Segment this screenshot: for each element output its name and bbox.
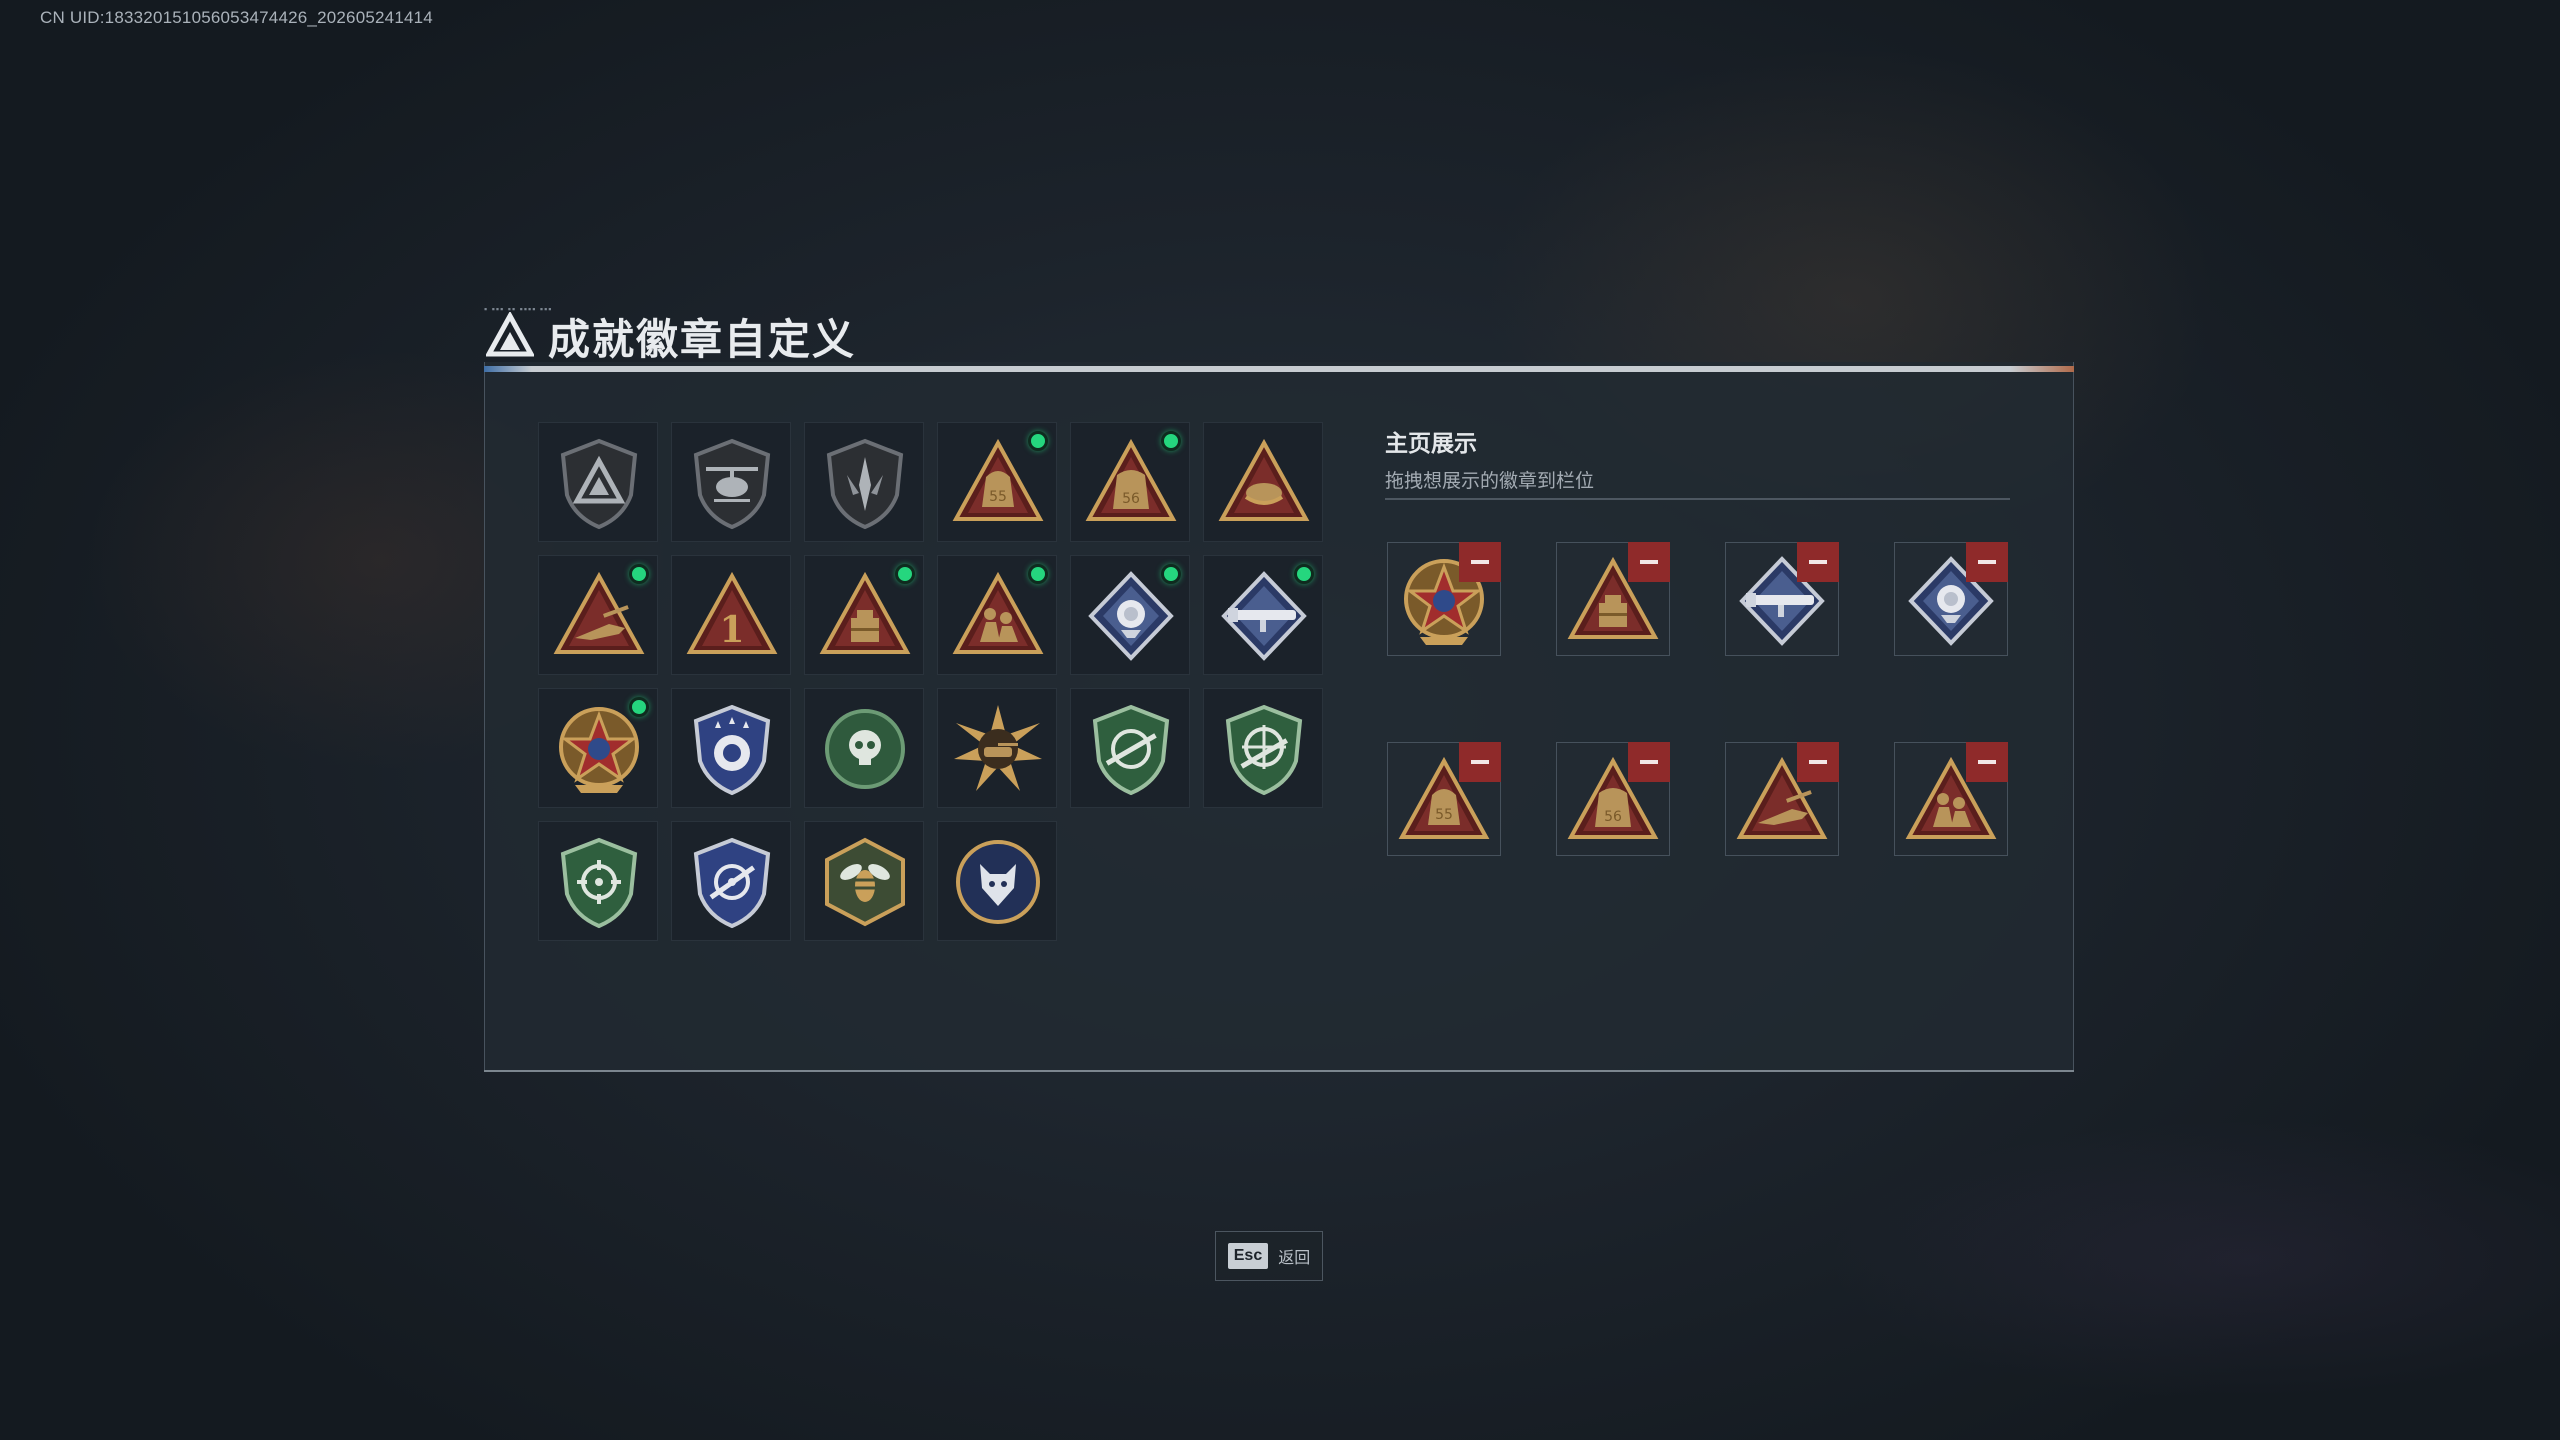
badge-cell[interactable]: 55 (937, 422, 1057, 542)
back-button[interactable]: Esc 返回 (1215, 1231, 1323, 1281)
remove-badge-button[interactable] (1459, 742, 1501, 782)
remove-badge-button[interactable] (1966, 742, 2008, 782)
badge-cell[interactable] (671, 422, 791, 542)
showcase-subtitle: 拖拽想展示的徽章到栏位 (1385, 470, 1595, 492)
showcase-slot[interactable] (1725, 742, 1839, 856)
page-title: 成就徽章自定义 (548, 314, 857, 364)
badge-cell[interactable] (804, 422, 924, 542)
badge-cell[interactable] (538, 555, 658, 675)
wolf-circle-badge-icon (956, 840, 1040, 924)
badge-cell[interactable] (538, 422, 658, 542)
showcase-slot[interactable] (1894, 742, 2008, 856)
new-indicator-dot (1161, 431, 1181, 451)
number-1-triangle-badge-icon: 1 (686, 571, 778, 654)
badge-cell[interactable]: 1 (671, 555, 791, 675)
delta-logo-icon (486, 312, 534, 357)
helicopter-shield-badge-icon (693, 438, 771, 530)
showcase-divider (1385, 498, 2010, 500)
badge-cell[interactable]: 56 (1070, 422, 1190, 542)
sunburst-tank-badge-icon (954, 705, 1042, 791)
page-header: 成就徽章自定义 (486, 308, 856, 364)
badge-cell[interactable] (1070, 688, 1190, 808)
badge-cell[interactable] (937, 688, 1057, 808)
showcase-slot[interactable] (1725, 542, 1839, 656)
showcase-slot[interactable] (1556, 542, 1670, 656)
new-indicator-dot (1161, 564, 1181, 584)
badge-cell[interactable] (1203, 688, 1323, 808)
svg-text:1: 1 (719, 609, 744, 651)
svg-text:56: 56 (1122, 491, 1140, 507)
badge-cell[interactable] (937, 821, 1057, 941)
svg-text:55: 55 (1435, 807, 1453, 823)
back-label: 返回 (1278, 1248, 1311, 1267)
panel-top-accent (484, 366, 2074, 372)
badge-cell[interactable] (671, 688, 791, 808)
showcase-slot[interactable] (1894, 542, 2008, 656)
badge-cell[interactable] (671, 821, 791, 941)
crosshair-blue-shield-badge-icon (693, 837, 771, 929)
badge-cell[interactable] (1070, 555, 1190, 675)
remove-badge-button[interactable] (1797, 742, 1839, 782)
showcase-slot[interactable] (1387, 542, 1501, 656)
new-indicator-dot (895, 564, 915, 584)
skull-wreath-badge-icon (825, 709, 905, 789)
sniper-green-shield-badge-icon (1225, 704, 1303, 796)
new-indicator-dot (1028, 564, 1048, 584)
hand-triangle-badge-icon (1218, 438, 1310, 521)
showcase-slot[interactable]: 55 (1387, 742, 1501, 856)
badge-cell[interactable] (804, 688, 924, 808)
crosshair-green-shield-badge-icon (560, 837, 638, 929)
uid-label: CN UID:18332015105605347442​6_2026052414… (40, 8, 433, 27)
panel-bottom-line (484, 1070, 2074, 1072)
remove-badge-button[interactable] (1459, 542, 1501, 582)
badge-cell[interactable] (804, 821, 924, 941)
badge-cell[interactable] (538, 688, 658, 808)
remove-badge-button[interactable] (1966, 542, 2008, 582)
triangle-shield-badge-icon (560, 438, 638, 530)
badge-cell[interactable] (1203, 555, 1323, 675)
new-indicator-dot (1028, 431, 1048, 451)
esc-key: Esc (1227, 1243, 1269, 1269)
badge-cell[interactable] (1203, 422, 1323, 542)
bee-hexagon-badge-icon (825, 837, 905, 927)
badge-cell[interactable] (538, 821, 658, 941)
new-indicator-dot (629, 564, 649, 584)
remove-badge-button[interactable] (1628, 542, 1670, 582)
remove-badge-button[interactable] (1797, 542, 1839, 582)
new-indicator-dot (629, 697, 649, 717)
svg-text:56: 56 (1604, 809, 1622, 825)
homepage-showcase: 主页展示 拖拽想展示的徽章到栏位 55 56 (1385, 420, 2010, 856)
badge-cell[interactable] (937, 555, 1057, 675)
showcase-title: 主页展示 (1385, 431, 1477, 457)
showcase-slot[interactable]: 56 (1556, 742, 1670, 856)
remove-badge-button[interactable] (1628, 742, 1670, 782)
new-indicator-dot (1294, 564, 1314, 584)
badge-cell[interactable] (804, 555, 924, 675)
rifle-green-shield-badge-icon (1092, 704, 1170, 796)
stars-shield-badge-icon (693, 704, 771, 796)
svg-text:55: 55 (989, 489, 1007, 505)
blade-shield-badge-icon (826, 438, 904, 530)
